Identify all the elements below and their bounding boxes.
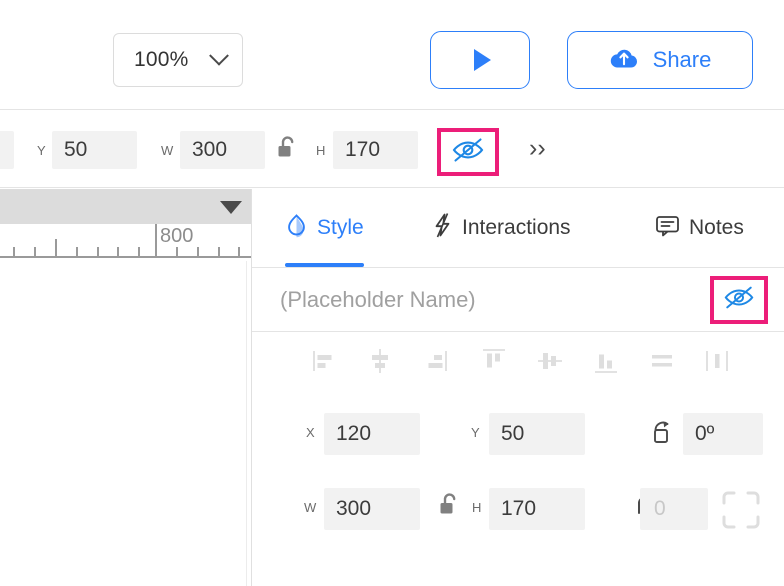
zoom-level-dropdown[interactable]: 100%	[113, 33, 243, 87]
lightning-bolt-icon	[432, 212, 453, 244]
droplet-icon	[285, 213, 308, 244]
layer-visibility-toggle-highlight[interactable]	[710, 276, 768, 324]
comment-icon	[655, 214, 680, 243]
size-field-h-value: 170	[501, 497, 537, 520]
app-root: 100% Share Y 50 W 300 H 170 ›› 800 Style…	[0, 0, 784, 586]
size-field-w-value: 300	[336, 497, 372, 520]
rotate-icon[interactable]	[650, 419, 675, 451]
ruler-tick	[97, 247, 99, 256]
position-label-x: X	[306, 425, 316, 440]
rotation-field-value: 0º	[695, 422, 715, 445]
tab-active-underline	[285, 263, 364, 267]
horizontal-ruler: 800	[0, 224, 251, 258]
inspector-tab-bar: Style Interactions Notes	[252, 189, 784, 268]
unlock-icon[interactable]	[438, 492, 460, 525]
ruler-tick	[138, 247, 140, 256]
position-field-x-value: 120	[336, 422, 372, 445]
align-center-vertical-icon[interactable]	[535, 346, 565, 376]
strip-label-w: W	[161, 143, 174, 158]
align-bottom-icon[interactable]	[591, 346, 621, 376]
strip-label-h: H	[316, 143, 326, 158]
align-top-icon[interactable]	[479, 346, 509, 376]
chevron-down-icon	[209, 45, 229, 66]
tab-interactions[interactable]: Interactions	[432, 189, 571, 267]
cloud-upload-icon	[609, 46, 639, 75]
canvas-header-bar	[0, 189, 251, 224]
strip-field-w-value: 300	[192, 138, 228, 161]
distribute-horizontal-icon[interactable]	[647, 346, 677, 376]
tab-notes[interactable]: Notes	[655, 189, 744, 267]
corner-radius-field[interactable]: 0	[640, 488, 708, 530]
eye-off-icon	[451, 137, 485, 168]
tab-style[interactable]: Style	[285, 189, 364, 267]
position-field-y[interactable]: 50	[489, 413, 585, 455]
eye-off-icon	[723, 285, 755, 315]
align-right-icon[interactable]	[420, 346, 450, 376]
strip-field-y[interactable]: 50	[52, 131, 137, 169]
ruler-tick	[34, 247, 36, 256]
strip-field-clipped[interactable]	[0, 131, 14, 169]
triangle-down-icon[interactable]	[220, 201, 242, 214]
strip-field-w[interactable]: 300	[180, 131, 265, 169]
position-row: X 120 Y 50 0º	[252, 406, 784, 462]
crop-frame-icon[interactable]	[720, 489, 762, 536]
tab-style-label: Style	[317, 216, 364, 239]
ruler-major-tick	[155, 224, 157, 258]
ruler-tick	[176, 247, 178, 256]
size-row: W 300 H 170 0	[252, 481, 784, 537]
overflow-chevrons-button[interactable]: ››	[529, 136, 546, 161]
ruler-label-800: 800	[160, 225, 194, 247]
tab-interactions-label: Interactions	[462, 216, 571, 239]
preview-play-button[interactable]	[430, 31, 530, 89]
canvas-surface[interactable]	[0, 258, 251, 586]
strip-field-h-value: 170	[345, 138, 381, 161]
ruler-tick	[76, 247, 78, 256]
layer-name-row: (Placeholder Name)	[252, 269, 784, 332]
corner-radius-value: 0	[654, 497, 666, 520]
share-button-label: Share	[652, 47, 712, 72]
canvas-area: 800	[0, 189, 251, 586]
ruler-tick	[238, 247, 240, 256]
property-strip: Y 50 W 300 H 170 ››	[0, 111, 784, 188]
ruler-tick	[13, 247, 15, 256]
size-field-h[interactable]: 170	[489, 488, 585, 530]
layer-name-input[interactable]: (Placeholder Name)	[280, 269, 476, 331]
strip-field-y-value: 50	[64, 138, 88, 161]
rotation-field[interactable]: 0º	[683, 413, 763, 455]
align-left-icon[interactable]	[310, 346, 340, 376]
distribute-vertical-icon[interactable]	[702, 346, 732, 376]
top-toolbar: 100% Share	[0, 0, 784, 110]
position-field-x[interactable]: 120	[324, 413, 420, 455]
inspector-panel: Style Interactions Notes (Placeholder Na…	[251, 189, 784, 586]
share-button[interactable]: Share	[567, 31, 753, 89]
strip-visibility-toggle-highlight[interactable]	[437, 128, 499, 176]
ruler-tick	[197, 247, 199, 256]
position-label-y: Y	[471, 425, 481, 440]
ruler-tick	[55, 239, 57, 256]
strip-label-y: Y	[37, 143, 47, 158]
ruler-tick	[117, 247, 119, 256]
zoom-level-value: 100%	[134, 48, 189, 71]
size-label-w: W	[304, 500, 317, 515]
alignment-toolbar	[252, 333, 784, 403]
play-icon	[473, 49, 491, 71]
position-field-y-value: 50	[501, 422, 525, 445]
strip-field-h[interactable]: 170	[333, 131, 418, 169]
size-field-w[interactable]: 300	[324, 488, 420, 530]
tab-notes-label: Notes	[689, 216, 744, 239]
ruler-tick	[218, 247, 220, 256]
size-label-h: H	[472, 500, 482, 515]
align-center-horizontal-icon[interactable]	[365, 346, 395, 376]
unlock-icon[interactable]	[276, 135, 298, 168]
